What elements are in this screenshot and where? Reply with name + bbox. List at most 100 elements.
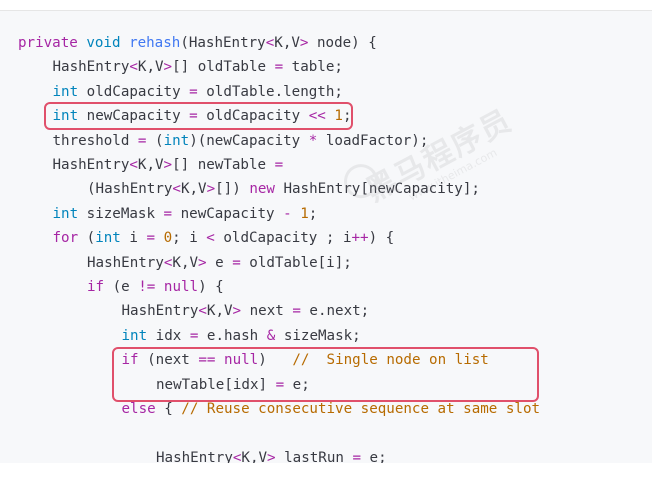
code-token: 1 — [300, 205, 309, 222]
code-token: lastRun — [275, 449, 353, 463]
code-token: null — [163, 279, 199, 295]
code-token: int — [121, 327, 148, 344]
code-token: ( — [146, 132, 164, 149]
code-token: & — [266, 327, 276, 344]
code-token: newCapacity — [172, 205, 284, 222]
code-line: HashEntry<K,V> lastRun = e; — [156, 446, 387, 463]
code-token: HashEntry — [87, 254, 164, 271]
bottom-whitespace — [0, 463, 652, 483]
code-token: { — [155, 401, 182, 417]
code-token: << — [308, 108, 326, 125]
code-token: // Single node on list — [292, 352, 489, 369]
code-token: ) — [258, 352, 293, 369]
code-token: ; — [308, 205, 318, 222]
code-token: = — [189, 83, 198, 100]
code-token: oldTable.length; — [197, 83, 343, 100]
code-token: HashEntry — [52, 157, 130, 173]
code-token: sizeMask — [78, 205, 164, 222]
code-line: HashEntry<K,V> next = e.next; — [122, 299, 370, 323]
code-token: e.hash — [198, 327, 267, 344]
code-token: [] newTable — [172, 157, 275, 173]
code-line: HashEntry<K,V> e = oldTable[i]; — [87, 251, 352, 275]
code-token: < — [129, 157, 138, 173]
code-line: int newCapacity = oldCapacity << 1; — [53, 104, 352, 128]
code-token: newCapacity — [78, 108, 190, 125]
code-token: < — [198, 303, 207, 320]
code-token: > — [163, 157, 173, 173]
code-line: HashEntry<K,V>[] newTable = — [53, 153, 284, 177]
code-token: oldCapacity — [197, 108, 309, 125]
code-token: (HashEntry — [87, 181, 173, 198]
code-token: else — [121, 401, 156, 417]
code-token: HashEntry — [52, 59, 130, 76]
code-token: K,V — [206, 303, 233, 320]
code-token: ( — [78, 230, 96, 247]
code-token: ++ — [351, 230, 369, 247]
code-token: e; — [284, 376, 310, 393]
code-token: e — [206, 254, 233, 271]
code-token: node) { — [308, 35, 377, 51]
code-token: loadFactor); — [317, 132, 429, 149]
code-token: K,V — [172, 254, 199, 271]
code-line: newTable[idx] = e; — [156, 373, 310, 397]
code-token: []) — [215, 181, 250, 198]
code-token: > — [198, 254, 207, 271]
code-token: < — [265, 35, 275, 51]
code-token: [] oldTable — [172, 59, 275, 76]
code-token: int — [52, 108, 79, 125]
code-token: = — [232, 254, 241, 271]
code-line: int sizeMask = newCapacity - 1; — [53, 202, 318, 226]
code-line: if (next == null) // Single node on list — [122, 348, 489, 372]
code-token: 0 — [163, 230, 173, 247]
code-token: )(newCapacity — [189, 132, 309, 149]
code-token: new — [249, 181, 275, 198]
code-token: oldCapacity ; i — [214, 230, 352, 247]
code-line: else { // Reuse consecutive sequence at … — [122, 397, 541, 421]
code-token: threshold — [52, 132, 138, 149]
code-token: == — [198, 352, 216, 369]
code-line: private void rehash(HashEntry<K,V> node)… — [18, 31, 377, 55]
code-line: int idx = e.hash & sizeMask; — [122, 324, 361, 348]
code-token: ) { — [198, 279, 224, 295]
code-line: HashEntry<K,V>[] oldTable = table; — [53, 55, 343, 79]
code-token: K,V — [137, 157, 164, 173]
code-line: if (e != null) { — [87, 275, 224, 299]
code-token: null — [224, 352, 259, 369]
code-token: K,V — [241, 449, 268, 463]
code-token: = — [189, 108, 198, 125]
code-token: = — [275, 376, 285, 393]
code-token: int — [163, 132, 190, 149]
code-token: K,V — [274, 35, 300, 51]
code-token: (e — [104, 279, 139, 295]
code-token: = — [352, 449, 362, 463]
code-line: threshold = (int)(newCapacity * loadFact… — [53, 129, 429, 153]
code-token: < — [172, 181, 181, 198]
code-token: // Reuse consecutive sequence at same sl… — [181, 401, 541, 417]
code-token: > — [232, 303, 242, 320]
code-token: K,V — [137, 59, 164, 76]
code-token: ; — [342, 108, 352, 125]
code-token: > — [206, 181, 216, 198]
code-token: - — [283, 205, 292, 222]
code-token: = — [292, 303, 301, 320]
code-token: void — [86, 35, 121, 51]
code-token: private — [18, 35, 78, 51]
code-line: for (int i = 0; i < oldCapacity ; i++) { — [53, 226, 395, 250]
code-token: ; i — [172, 230, 207, 247]
code-token: > — [267, 449, 276, 463]
code-token: i — [120, 230, 147, 247]
code-token: HashEntry[newCapacity]; — [274, 181, 480, 198]
code-token: != — [138, 279, 156, 295]
code-token: 1 — [334, 108, 343, 125]
code-token: (HashEntry — [180, 35, 266, 51]
code-token: idx — [147, 327, 190, 344]
code-token: < — [129, 59, 138, 76]
code-line: (HashEntry<K,V>[]) new HashEntry[newCapa… — [87, 177, 480, 201]
code-token: (next — [138, 352, 199, 369]
code-token: > — [163, 59, 173, 76]
code-token: table; — [283, 59, 343, 76]
code-token: int — [52, 83, 79, 100]
